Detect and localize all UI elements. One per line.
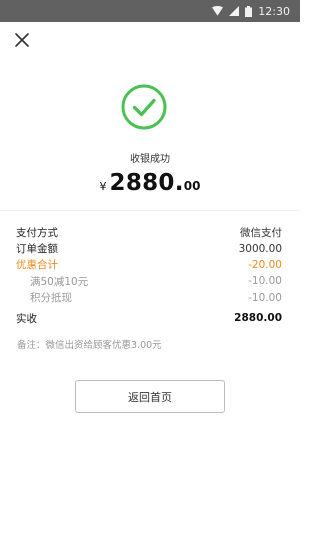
payment-method-row: 支付方式 微信支付 [16,224,282,240]
discount-item-row: 满50减10元 -10.00 [16,273,282,289]
return-home-button[interactable]: 返回首页 [75,380,225,413]
order-amount-label: 订单金额 [16,243,58,256]
payment-method-value: 微信支付 [240,226,282,239]
discount-item-label: 积分抵现 [30,292,72,305]
discount-total-row: 优惠合计 -20.00 [16,257,282,273]
payment-details: 支付方式 微信支付 订单金额 3000.00 优惠合计 -20.00 满50减1… [16,224,282,326]
order-amount-value: 3000.00 [238,242,282,255]
received-label: 实收 [16,312,37,325]
discount-total-label: 优惠合计 [16,259,58,272]
amount-integer: 2880. [109,170,184,196]
status-time: 12:30 [258,4,290,18]
discount-item-value: -10.00 [248,275,282,288]
status-bar: 12:30 [0,0,300,22]
close-icon[interactable] [15,32,29,51]
discount-item-label: 满50减10元 [30,275,89,288]
order-amount-row: 订单金额 3000.00 [16,240,282,256]
received-row: 实收 2880.00 [16,310,282,326]
signal-icon [229,6,240,16]
remark-text: 备注：微信出资给顾客优惠3.00元 [17,340,162,351]
battery-icon [245,5,253,17]
discount-total-value: -20.00 [248,258,282,271]
wifi-icon [212,6,224,16]
discount-item-row: 积分抵现 -10.00 [16,290,282,306]
payment-method-label: 支付方式 [16,226,58,239]
amount-decimal: 00 [183,179,201,193]
received-value: 2880.00 [234,312,282,325]
success-check-icon [121,84,167,130]
currency-symbol: ¥ [99,180,107,193]
payment-amount: ¥ 2880. 00 [0,170,300,196]
payment-status-text: 收银成功 [130,154,170,165]
discount-item-value: -10.00 [248,291,282,304]
close-button[interactable] [12,31,32,51]
divider [0,210,300,211]
